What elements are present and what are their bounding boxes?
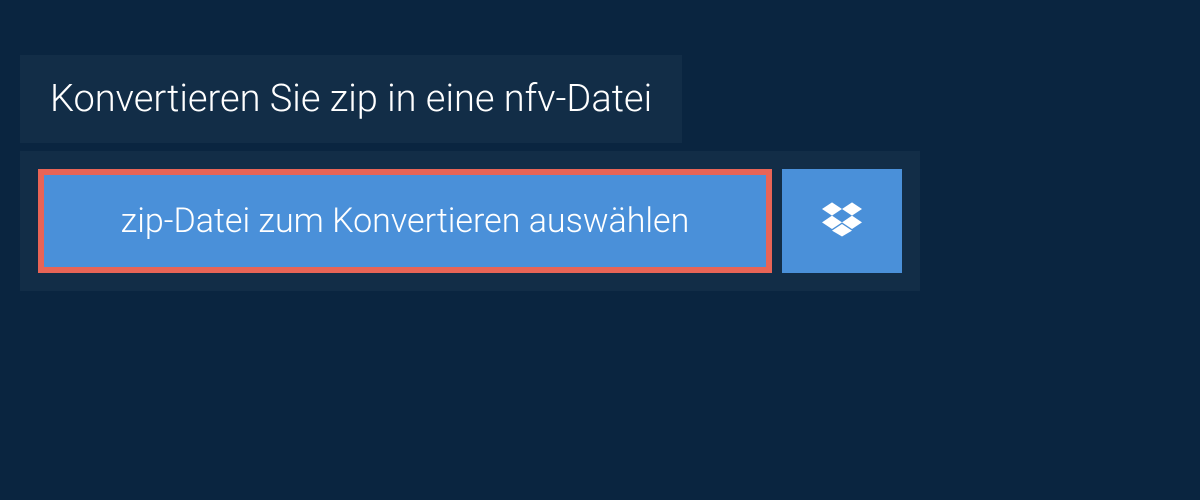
header-bar: Konvertieren Sie zip in eine nfv-Datei bbox=[20, 55, 682, 143]
page-title: Konvertieren Sie zip in eine nfv-Datei bbox=[50, 77, 652, 121]
select-file-label: zip-Datei zum Konvertieren auswählen bbox=[121, 201, 690, 241]
dropbox-icon bbox=[822, 199, 862, 243]
dropbox-button[interactable] bbox=[782, 169, 902, 273]
select-file-button[interactable]: zip-Datei zum Konvertieren auswählen bbox=[38, 169, 772, 273]
upload-container: zip-Datei zum Konvertieren auswählen bbox=[20, 151, 920, 291]
